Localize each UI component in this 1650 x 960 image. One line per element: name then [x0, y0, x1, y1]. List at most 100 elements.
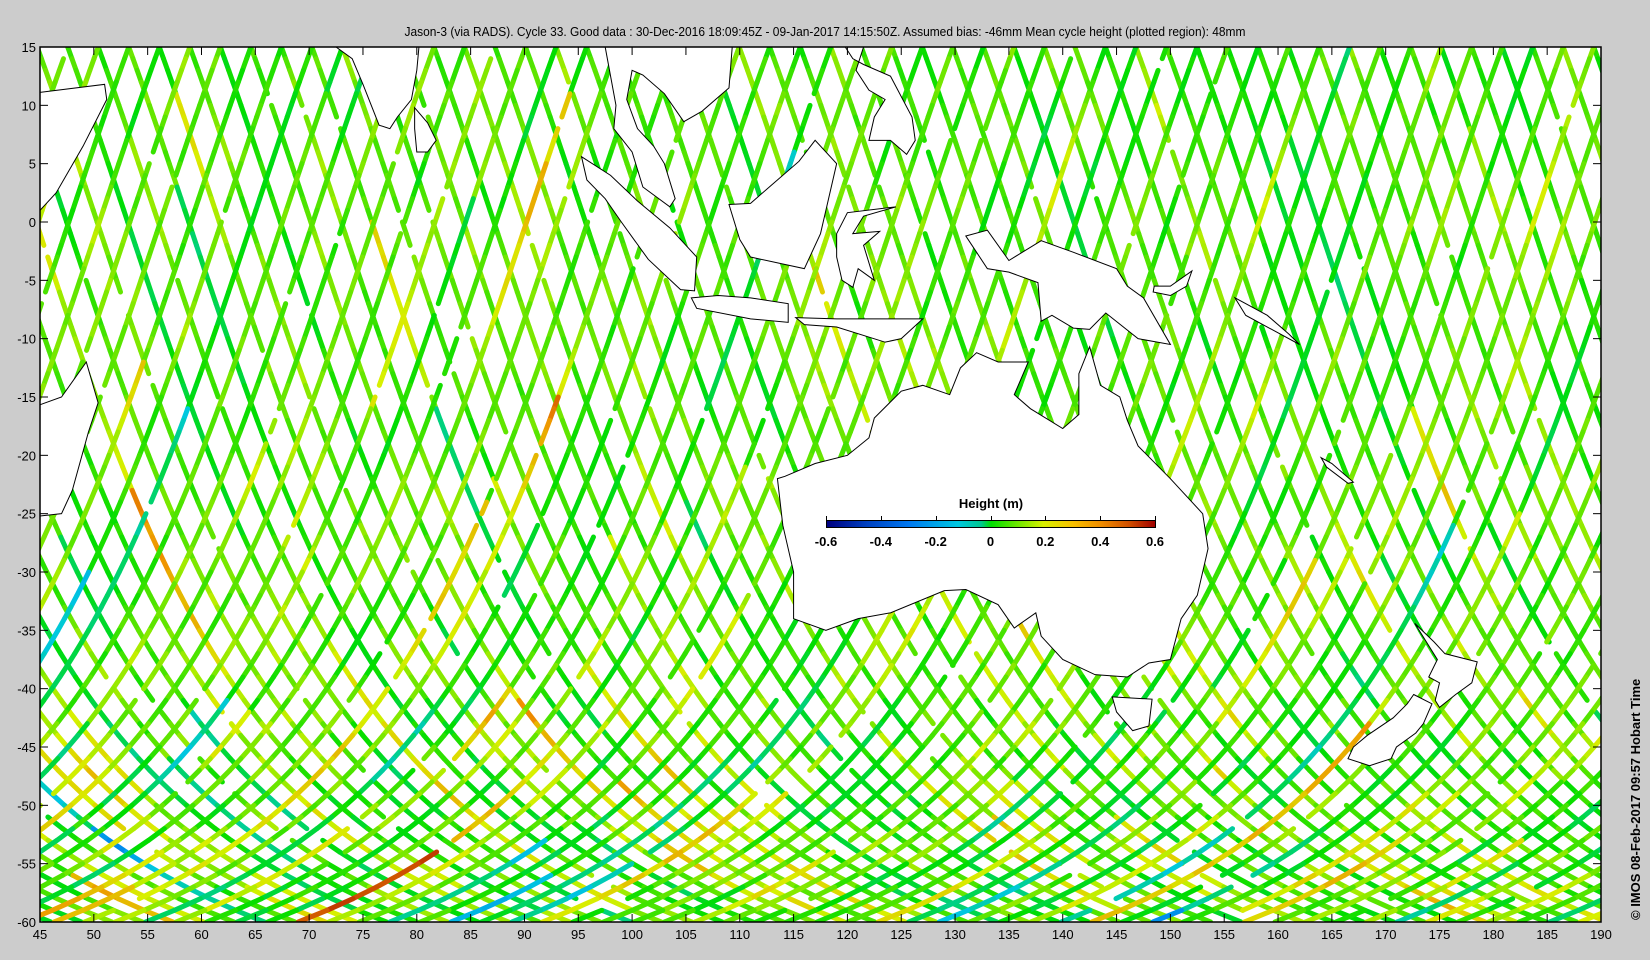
track-segment — [1612, 525, 1617, 537]
track-segment — [1599, 674, 1601, 681]
track-segment — [26, 712, 35, 724]
track-segment — [13, 105, 17, 117]
track-segment — [1617, 537, 1622, 549]
track-segment — [1623, 479, 1628, 491]
track-segment — [40, 476, 42, 482]
track-segment — [17, 817, 32, 829]
track-segment — [12, 817, 27, 829]
track-segment — [1599, 499, 1601, 506]
track-segment — [17, 759, 28, 771]
track-segment — [1646, 595, 1650, 607]
track-segment — [9, 140, 13, 152]
track-segment — [1615, 199, 1619, 211]
track-segment — [22, 432, 26, 444]
track-segment — [1612, 280, 1616, 292]
track-segment — [27, 374, 31, 386]
track-segment — [0, 899, 22, 911]
track-segment — [21, 350, 25, 362]
track-segment — [1632, 339, 1636, 351]
track-segment — [1640, 444, 1645, 456]
track-segment — [9, 712, 18, 724]
track-segment — [40, 708, 42, 715]
track-segment — [10, 875, 32, 887]
track-segment — [0, 805, 10, 817]
track-segment — [14, 642, 21, 654]
track-segment — [0, 595, 4, 607]
track-segment — [10, 595, 16, 607]
track-segment — [2, 829, 18, 841]
track-segment — [1, 140, 5, 152]
track-segment — [1622, 397, 1626, 409]
track-segment — [3, 549, 8, 561]
track-segment — [1634, 630, 1641, 642]
track-segment — [1600, 571, 1601, 573]
track-segment — [26, 420, 30, 432]
track-segment — [1616, 292, 1620, 304]
track-segment — [14, 525, 19, 537]
track-segment — [1637, 82, 1641, 94]
track-segment — [1627, 234, 1631, 246]
track-segment — [1647, 292, 1650, 304]
track-segment — [0, 700, 9, 712]
track-segment — [1608, 269, 1612, 281]
track-segment — [1628, 327, 1632, 339]
track-segment — [1619, 210, 1623, 222]
track-segment — [1606, 82, 1610, 94]
track-segment — [1607, 514, 1612, 526]
track-segment — [2, 210, 6, 222]
track-segment — [6, 222, 10, 234]
track-segment — [1618, 700, 1627, 712]
track-segment — [0, 899, 17, 911]
track-segment — [5, 397, 9, 409]
track-segment — [1623, 222, 1627, 234]
track-segment — [4, 222, 8, 234]
track-segment — [40, 315, 41, 316]
track-segment — [1604, 257, 1608, 269]
map-plot: 45 50 55 60 65 70 75 80 85 90 95 100 105 110 115 120 125… — [0, 40, 1650, 942]
track-segment — [1615, 595, 1621, 607]
track-segment — [1628, 560, 1634, 572]
track-segment — [1628, 59, 1632, 71]
track-segment — [1604, 759, 1615, 771]
track-segment — [5, 549, 10, 561]
track-segment — [0, 199, 2, 211]
track-segment — [11, 560, 17, 572]
track-segment — [31, 234, 35, 246]
track-segment — [1609, 444, 1614, 456]
track-segment — [12, 875, 34, 887]
track-segment — [1638, 175, 1642, 187]
track-segment — [1627, 619, 1634, 631]
track-segment — [1614, 735, 1624, 747]
track-segment — [0, 292, 2, 304]
track-segment — [1622, 129, 1626, 141]
track-segment — [40, 779, 42, 785]
track-segment — [0, 887, 10, 899]
track-segment — [1610, 94, 1614, 106]
track-segment — [1628, 490, 1633, 502]
track-segment — [24, 187, 28, 199]
track-segment — [29, 665, 37, 677]
track-segment — [1635, 257, 1639, 269]
track-segment — [7, 304, 11, 316]
track-segment — [0, 560, 3, 572]
track-segment — [25, 70, 29, 82]
track-segment — [22, 584, 28, 596]
track-segment — [11, 59, 15, 71]
track-segment — [1608, 794, 1621, 806]
track-segment — [29, 490, 34, 502]
track-segment — [16, 187, 20, 199]
track-segment — [18, 350, 22, 362]
track-segment — [40, 884, 44, 891]
track-segment — [18, 724, 27, 736]
track-segment — [5, 129, 9, 141]
track-segment — [7, 665, 15, 677]
track-segment — [1634, 572, 1640, 584]
track-segment — [2, 304, 6, 316]
track-segment — [1626, 140, 1630, 152]
track-segment — [1598, 336, 1601, 346]
track-segment — [1646, 199, 1650, 211]
track-segment — [1635, 432, 1639, 444]
track-segment — [31, 140, 35, 152]
track-segment — [21, 82, 25, 94]
track-segment — [28, 199, 32, 211]
